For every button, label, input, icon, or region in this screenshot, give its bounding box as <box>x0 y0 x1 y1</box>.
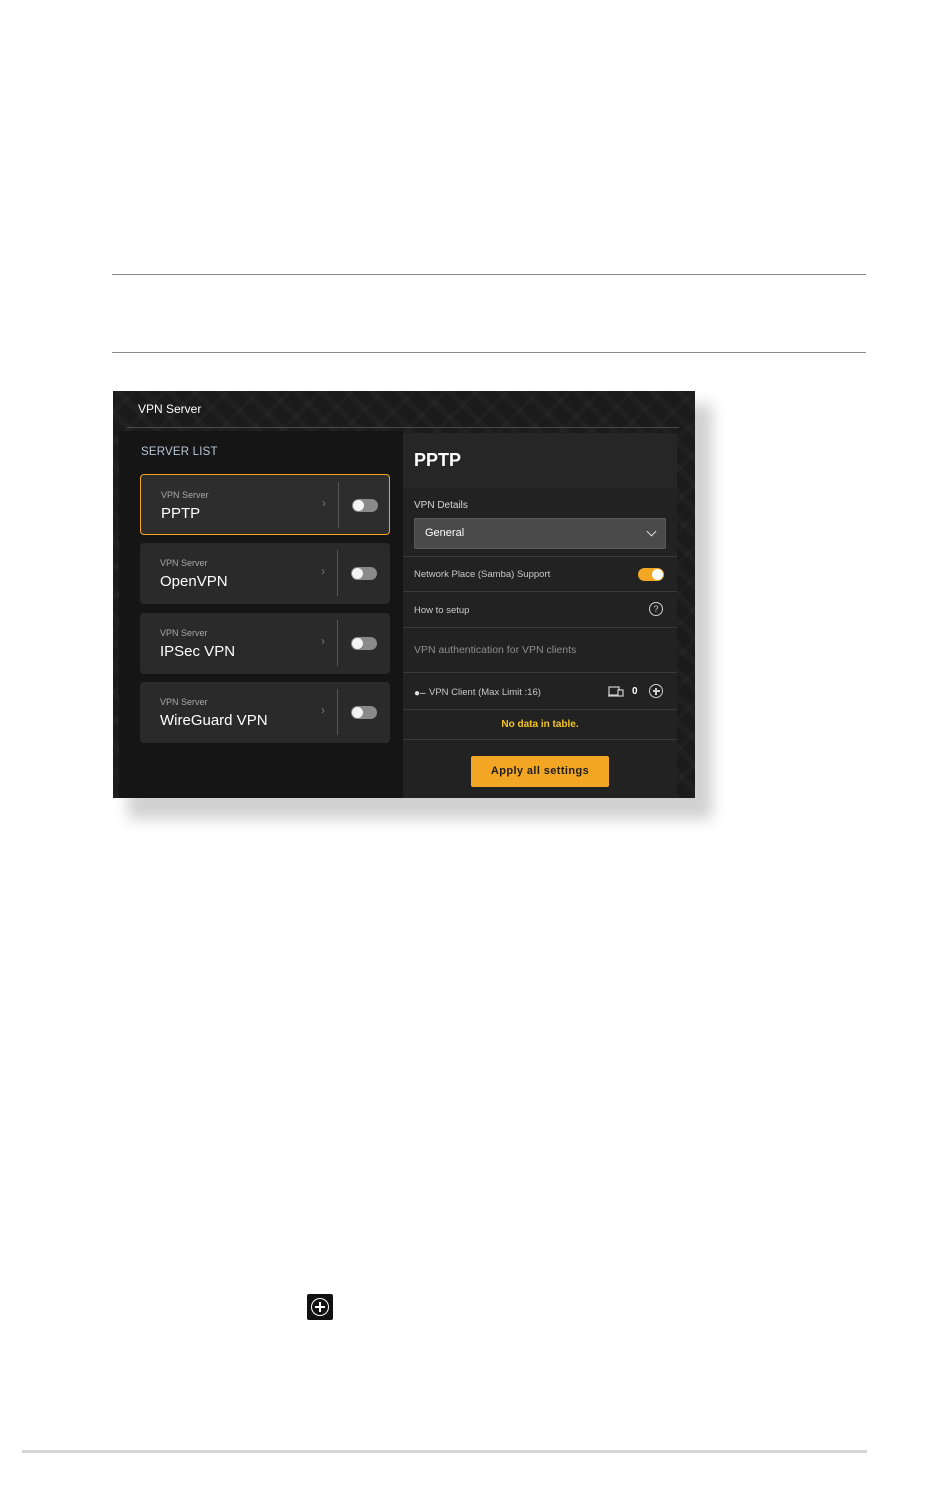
apply-all-settings-button[interactable]: Apply all settings <box>471 756 609 787</box>
card-divider <box>338 482 339 528</box>
second-rule <box>112 352 866 353</box>
card-divider <box>337 550 338 596</box>
window-title: VPN Server <box>138 402 202 416</box>
server-card-sub: VPN Server <box>160 558 208 568</box>
add-circle-bar <box>319 1302 321 1312</box>
vpn-server-screenshot: VPN Server SERVER LIST VPN Server PPTP ›… <box>113 391 695 798</box>
server-card-openvpn[interactable]: VPN Server OpenVPN › <box>140 543 390 604</box>
server-detail-panel: PPTP VPN Details General Network Place (… <box>403 433 677 798</box>
server-toggle-wireguard[interactable] <box>351 706 377 719</box>
no-data-message: No data in table. <box>501 719 579 730</box>
chevron-right-icon: › <box>321 564 325 578</box>
server-toggle-pptp[interactable] <box>352 499 378 512</box>
server-card-name: WireGuard VPN <box>160 712 268 729</box>
chevron-down-icon <box>646 526 657 537</box>
add-client-icon[interactable] <box>649 684 663 698</box>
divider <box>403 672 677 673</box>
how-to-setup-label: How to setup <box>414 605 470 616</box>
select-value: General <box>425 527 465 539</box>
divider <box>403 556 677 557</box>
server-card-name: OpenVPN <box>160 573 228 590</box>
server-card-name: PPTP <box>161 505 201 522</box>
server-card-name: IPSec VPN <box>160 643 236 660</box>
samba-support-toggle[interactable] <box>638 568 664 581</box>
divider <box>403 627 677 628</box>
server-card-sub: VPN Server <box>161 490 209 500</box>
footer-rule <box>22 1450 867 1453</box>
server-card-ipsec[interactable]: VPN Server IPSec VPN › <box>140 613 390 674</box>
vpn-auth-label: VPN authentication for VPN clients <box>414 644 577 656</box>
device-icon <box>608 686 624 697</box>
server-toggle-openvpn[interactable] <box>351 567 377 580</box>
vpn-details-label: VPN Details <box>414 500 468 511</box>
server-list-label: SERVER LIST <box>141 446 218 458</box>
card-divider <box>337 620 338 666</box>
samba-support-label: Network Place (Samba) Support <box>414 569 551 580</box>
divider <box>403 709 677 710</box>
key-icon: ●– <box>414 688 426 699</box>
add-circle-icon <box>307 1294 333 1320</box>
server-card-wireguard[interactable]: VPN Server WireGuard VPN › <box>140 682 390 743</box>
vpn-details-select[interactable]: General <box>414 518 666 549</box>
chevron-right-icon: › <box>321 634 325 648</box>
divider <box>403 739 677 740</box>
top-rule <box>112 274 866 275</box>
server-card-pptp[interactable]: VPN Server PPTP › <box>140 474 390 535</box>
title-divider <box>127 427 679 428</box>
detail-title: PPTP <box>414 450 462 470</box>
server-toggle-ipsec[interactable] <box>351 637 377 650</box>
help-icon[interactable]: ? <box>649 602 663 616</box>
server-card-sub: VPN Server <box>160 628 208 638</box>
detail-header: PPTP <box>403 433 677 488</box>
chevron-right-icon: › <box>321 703 325 717</box>
divider <box>403 591 677 592</box>
card-divider <box>337 689 338 735</box>
vpn-client-count: 0 <box>632 686 638 697</box>
server-card-sub: VPN Server <box>160 697 208 707</box>
vpn-client-label: VPN Client (Max Limit :16) <box>429 687 541 698</box>
chevron-right-icon: › <box>322 496 326 510</box>
